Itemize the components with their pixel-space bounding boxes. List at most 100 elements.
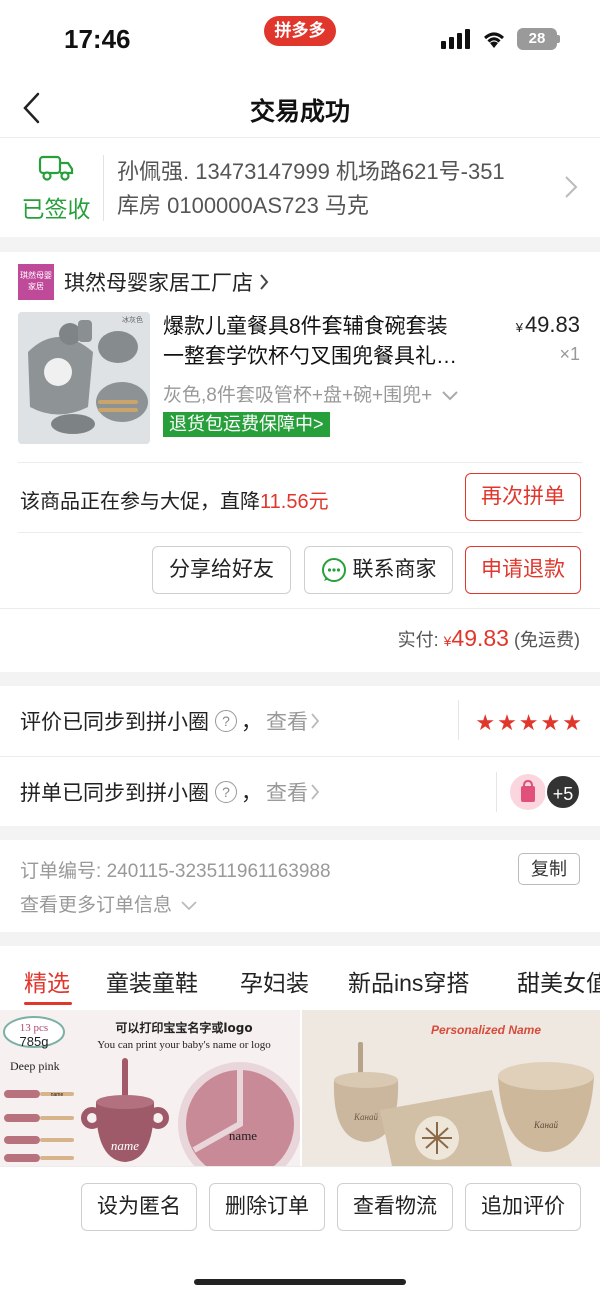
- rebuy-button[interactable]: 再次拼单: [465, 473, 581, 521]
- review-sync-text: 评价已同步到拼小圈: [20, 711, 209, 734]
- nav-bar: 交易成功: [0, 80, 600, 138]
- currency-symbol: ¥: [515, 320, 523, 335]
- promo-text: 该商品正在参与大促，直降11.56元: [20, 485, 329, 514]
- bag-icon: [521, 779, 535, 802]
- divider: [0, 756, 600, 757]
- tab-maternity[interactable]: 孕妇装: [240, 964, 309, 998]
- help-icon[interactable]: ?: [215, 710, 237, 732]
- contact-merchant-label: 联系商家: [352, 558, 437, 581]
- payment-summary: 实付: ¥49.83 (免运费): [398, 625, 580, 652]
- view-link[interactable]: 查看: [266, 777, 308, 807]
- section-gap: [0, 237, 600, 252]
- view-link[interactable]: 查看: [266, 706, 308, 736]
- weight-label: 785g: [20, 1034, 49, 1049]
- spoon-label: name: [51, 1092, 64, 1098]
- section-gap: [0, 672, 600, 686]
- recommend-image: Personalized Name Канай Канай: [302, 1010, 600, 1166]
- view-logistics-button[interactable]: 查看物流: [337, 1183, 453, 1231]
- store-link[interactable]: 琪然母婴家居 琪然母婴家居工厂店: [18, 264, 269, 300]
- bottom-action-bar: 设为匿名 删除订单 查看物流 追加评价: [0, 1166, 600, 1297]
- payment-amount: 49.83: [451, 625, 509, 651]
- delivery-status: 已签收: [18, 153, 94, 224]
- pcs-label: 13 pcs: [20, 1022, 48, 1034]
- order-number: 订单编号: 240115-323511961163988: [20, 856, 331, 883]
- tab-new-ins[interactable]: 新品ins穿搭: [348, 964, 469, 998]
- payment-label: 实付:: [397, 630, 439, 650]
- product-image[interactable]: 冰灰色: [18, 312, 150, 444]
- anonymous-button[interactable]: 设为匿名: [81, 1183, 197, 1231]
- divider: [458, 700, 459, 740]
- return-shipping-badge[interactable]: 退货包运费保障中>: [163, 412, 330, 437]
- refund-button[interactable]: 申请退款: [465, 546, 581, 594]
- divider: [496, 772, 497, 812]
- status-icons: 28: [441, 28, 560, 50]
- add-review-button[interactable]: 追加评价: [465, 1183, 581, 1231]
- star-icon: ★: [562, 710, 582, 735]
- app-pill: 拼多多: [264, 16, 336, 46]
- product-spec[interactable]: 灰色,8件套吸管杯+盘+碗+围兜+: [163, 380, 493, 407]
- battery-indicator: 28: [517, 28, 560, 50]
- group-sync-row[interactable]: 拼单已同步到拼小圈 ? ， 查看: [20, 777, 320, 807]
- store-logo: 琪然母婴家居: [18, 264, 54, 300]
- help-icon[interactable]: ?: [215, 781, 237, 803]
- page-title: 交易成功: [249, 98, 350, 126]
- product-image-art: 冰灰色: [18, 312, 150, 444]
- tab-kids-clothing[interactable]: 童装童鞋: [106, 964, 198, 998]
- wifi-icon: [484, 32, 504, 48]
- product-price-value: 49.83: [524, 312, 580, 337]
- order-info: 订单编号: 240115-323511961163988 复制 查看更多订单信息: [0, 840, 600, 932]
- review-sync-row[interactable]: 评价已同步到拼小圈 ? ， 查看: [20, 706, 320, 736]
- share-button[interactable]: 分享给好友: [152, 546, 291, 594]
- delete-order-button[interactable]: 删除订单: [209, 1183, 325, 1231]
- star-icon: ★: [475, 710, 496, 735]
- delivery-status-label: 已签收: [21, 196, 91, 222]
- copy-button[interactable]: 复制: [518, 853, 580, 885]
- home-indicator: [194, 1279, 406, 1285]
- truck-icon: [38, 155, 74, 181]
- comma: ，: [241, 782, 262, 805]
- print-name-line-1: 可以打印宝宝名字或logo: [115, 1020, 252, 1035]
- address-text: 孙佩强. 13473147999 机场路621号-351 库房 0100000A…: [117, 155, 557, 223]
- battery-head: [557, 35, 560, 43]
- order-number-value: 240115-323511961163988: [106, 861, 331, 882]
- chevron-down-icon: [181, 901, 197, 911]
- product-title[interactable]: 爆款儿童餐具8件套辅食碗套装 一整套学饮杯勺叉围兜餐具礼…: [163, 312, 483, 372]
- status-bar: 17:46 拼多多 28: [0, 0, 600, 80]
- section-gap: [0, 932, 600, 946]
- divider: [18, 462, 582, 463]
- avatar[interactable]: [510, 774, 546, 810]
- cup-label: Канай: [353, 1112, 378, 1122]
- more-participants-badge[interactable]: +5: [545, 774, 581, 810]
- bowl-label: Канай: [533, 1120, 558, 1130]
- star-icon: ★: [497, 710, 517, 735]
- product-spec-text: 灰色,8件套吸管杯+盘+碗+围兜+: [163, 385, 433, 406]
- sync-section: 评价已同步到拼小圈 ? ， 查看 ★ ★ ★ ★ ★ 拼单已同步到拼小圈 ? ，…: [0, 686, 600, 826]
- tab-sweet-style[interactable]: 甜美女值: [517, 964, 600, 998]
- signal-icon: [441, 29, 470, 49]
- recommend-item[interactable]: 13 pcs 785g Deep pink 可以打印宝宝名字或logo You …: [0, 1010, 300, 1166]
- order-card: 琪然母婴家居 琪然母婴家居工厂店 冰灰色 爆款儿童餐具8件套辅食碗套装 一整套学…: [0, 252, 600, 672]
- divider: [18, 532, 582, 533]
- payment-note: (免运费): [514, 630, 580, 650]
- address-line-2: 库房 0100000AS723 马克: [117, 193, 369, 218]
- product-title-line-1: 爆款儿童餐具8件套辅食碗套装: [163, 315, 448, 338]
- chevron-right-icon: [260, 274, 269, 290]
- product-image-tag: 冰灰色: [122, 315, 143, 324]
- comma: ，: [241, 711, 262, 734]
- product-price: ¥49.83: [516, 312, 580, 338]
- contact-merchant-button[interactable]: 联系商家: [304, 546, 453, 594]
- group-sync-text: 拼单已同步到拼小圈: [20, 782, 209, 805]
- cup-label: name: [111, 1138, 139, 1153]
- chevron-right-icon: [311, 784, 320, 800]
- tab-featured[interactable]: 精选: [24, 964, 70, 998]
- more-order-info-link[interactable]: 查看更多订单信息: [20, 890, 197, 917]
- active-tab-indicator: [24, 1002, 72, 1005]
- category-tabs: 精选 童装童鞋 孕妇装 新品ins穿搭 甜美女值: [0, 946, 600, 1010]
- recommend-item[interactable]: Personalized Name Канай Канай: [302, 1010, 600, 1166]
- order-number-label: 订单编号:: [20, 861, 102, 882]
- star-icon: ★: [518, 710, 539, 735]
- address-line-1: 孙佩强. 13473147999 机场路621号-351: [117, 159, 505, 184]
- chevron-right-icon: [311, 713, 320, 729]
- address-card[interactable]: 已签收 孙佩强. 13473147999 机场路621号-351 库房 0100…: [0, 139, 600, 237]
- print-name-line-2: You can print your baby's name or logo: [97, 1039, 271, 1051]
